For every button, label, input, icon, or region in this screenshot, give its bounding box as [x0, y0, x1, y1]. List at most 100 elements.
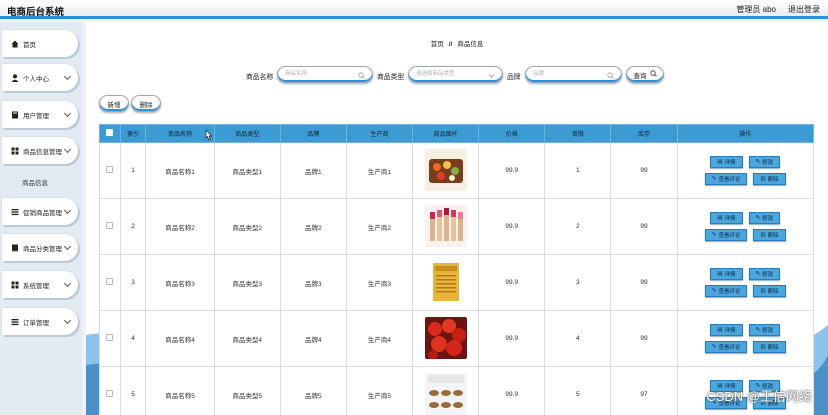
view-reviews-button[interactable]: ✎ 查看评论: [704, 341, 748, 353]
top-bar: 电商后台系统 管理员 abo 退出登录: [0, 0, 828, 19]
add-button[interactable]: 新增: [99, 95, 129, 112]
product-thumbnail: [424, 372, 467, 415]
product-name-placeholder: 商品名称: [285, 71, 308, 77]
cell-stock: 99: [610, 254, 678, 311]
edit-button[interactable]: ✎ 修改: [748, 324, 781, 336]
sidebar-item-label: 个人中心: [23, 75, 49, 83]
cell-brand: 品牌2: [279, 198, 347, 255]
grid-icon: [10, 147, 19, 155]
cell-brand: 品牌4: [279, 310, 347, 367]
row-checkbox[interactable]: [99, 254, 121, 311]
row-delete-button[interactable]: ▥ 删除: [753, 285, 786, 297]
product-name-label: 商品名称: [246, 74, 274, 81]
row-checkbox[interactable]: [99, 198, 121, 255]
sidebar-item-label: 促销商品管理: [23, 209, 62, 217]
edit-label: 修改: [762, 216, 774, 222]
breadcrumb-home[interactable]: 首页: [431, 41, 444, 48]
product-name-input[interactable]: 商品名称: [277, 66, 373, 83]
cell-limit: 5: [544, 366, 612, 415]
cell-price: 99.9: [478, 254, 546, 311]
detail-label: 详情: [724, 216, 736, 222]
select-all-checkbox[interactable]: [99, 124, 121, 143]
cell-brand: 品牌5: [279, 366, 347, 415]
cell-stock: 99: [610, 198, 678, 255]
view-reviews-label: 查看评论: [718, 233, 741, 239]
sidebar-item-profile[interactable]: 个人中心: [2, 64, 78, 91]
brand-placeholder: 品牌: [533, 71, 545, 77]
edit-label: 修改: [762, 160, 774, 166]
breadcrumb: 首页 // 商品信息: [86, 38, 828, 48]
sidebar-item-users[interactable]: 用户管理: [2, 101, 78, 128]
sidebar-item-product-info[interactable]: 商品信息管理: [2, 137, 78, 164]
cell-price: 99.9: [478, 142, 546, 199]
brand-input[interactable]: 品牌: [525, 66, 622, 83]
cell-image: [412, 198, 480, 255]
row-delete-label: 删除: [767, 177, 779, 183]
user-name: 管理员 abo: [736, 5, 776, 14]
row-delete-button[interactable]: ▥ 删除: [753, 341, 786, 353]
cell-name: 商品名称4: [145, 310, 215, 367]
logout-link[interactable]: 退出登录: [788, 4, 820, 15]
row-delete-label: 删除: [767, 345, 779, 351]
watermark: CSDN @王佶网络: [706, 389, 812, 404]
row-checkbox[interactable]: [99, 142, 121, 199]
edit-icon: ✎: [711, 344, 717, 350]
sidebar-subitem-product[interactable]: 商品信息: [22, 177, 48, 187]
doc-icon: [10, 244, 19, 252]
cell-brand: 品牌3: [279, 254, 347, 311]
detail-label: 详情: [724, 328, 736, 334]
view-reviews-button[interactable]: ✎ 查看评论: [704, 229, 748, 241]
edit-button[interactable]: ✎ 修改: [748, 156, 781, 168]
product-thumbnail: [424, 204, 467, 249]
table-row: 3 商品名称3 商品类型3 品牌3 生产商3 99.9 3 99 ▤ 详情 ✎ 修改 ✎ 查看评论 ▥ 删除: [99, 254, 815, 311]
cell-price: 99.9: [478, 366, 546, 415]
detail-label: 详情: [724, 272, 736, 278]
cell-limit: 1: [544, 142, 612, 199]
row-checkbox[interactable]: [99, 310, 121, 367]
product-thumbnail: [424, 260, 467, 305]
add-button-label: 新增: [107, 101, 121, 109]
trash-icon: ▥: [760, 344, 766, 350]
trash-icon: ▥: [760, 232, 766, 238]
trash-icon: ▥: [760, 288, 766, 294]
mouse-cursor-icon: [204, 129, 213, 143]
row-delete-button[interactable]: ▥ 删除: [753, 229, 786, 241]
detail-button[interactable]: ▤ 详情: [710, 268, 743, 280]
cell-actions: ▤ 详情 ✎ 修改 ✎ 查看评论 ▥ 删除: [676, 254, 815, 311]
chevron-down-icon: [63, 109, 72, 118]
cell-brand: 品牌1: [279, 142, 347, 199]
sidebar-item-system[interactable]: 系统管理: [2, 271, 78, 298]
sidebar-item-orders[interactable]: 订单管理: [2, 308, 78, 335]
list-icon: [10, 318, 19, 326]
product-thumbnail: [424, 316, 467, 361]
row-checkbox[interactable]: [99, 366, 121, 415]
column-header: 价格: [478, 124, 546, 143]
detail-button[interactable]: ▤ 详情: [710, 212, 743, 224]
chevron-down-icon: [63, 279, 72, 288]
sidebar-item-category[interactable]: 商品分类管理: [2, 234, 78, 261]
edit-button[interactable]: ✎ 修改: [748, 212, 781, 224]
row-delete-label: 删除: [767, 289, 779, 295]
search-icon: [358, 71, 365, 86]
sidebar-item-label: 首页: [23, 41, 36, 49]
column-header: 生产商: [345, 124, 414, 143]
view-reviews-button[interactable]: ✎ 查看评论: [704, 173, 748, 185]
product-thumbnail: [424, 148, 467, 193]
sidebar-item-promotion[interactable]: 促销商品管理: [2, 198, 78, 225]
delete-button[interactable]: 删除: [131, 95, 161, 112]
query-button-label: 查询: [633, 72, 647, 80]
sidebar: 首页 个人中心 用户管理 商品信息管理 商品信息 促销商品管理 商品分类管理 系…: [0, 22, 82, 415]
edit-icon: ✎: [711, 288, 717, 294]
sidebar-item-label: 商品分类管理: [23, 245, 62, 253]
sidebar-item-home[interactable]: 首页: [2, 30, 78, 57]
product-type-select[interactable]: 请选择商品类型: [408, 66, 503, 83]
detail-button[interactable]: ▤ 详情: [710, 324, 743, 336]
list-icon: [10, 208, 19, 216]
view-reviews-button[interactable]: ✎ 查看评论: [704, 285, 748, 297]
cell-image: [412, 254, 480, 311]
edit-icon: ✎: [755, 159, 761, 165]
row-delete-button[interactable]: ▥ 删除: [753, 173, 786, 185]
edit-button[interactable]: ✎ 修改: [748, 268, 781, 280]
detail-button[interactable]: ▤ 详情: [710, 156, 743, 168]
query-button[interactable]: 查询: [626, 66, 664, 83]
